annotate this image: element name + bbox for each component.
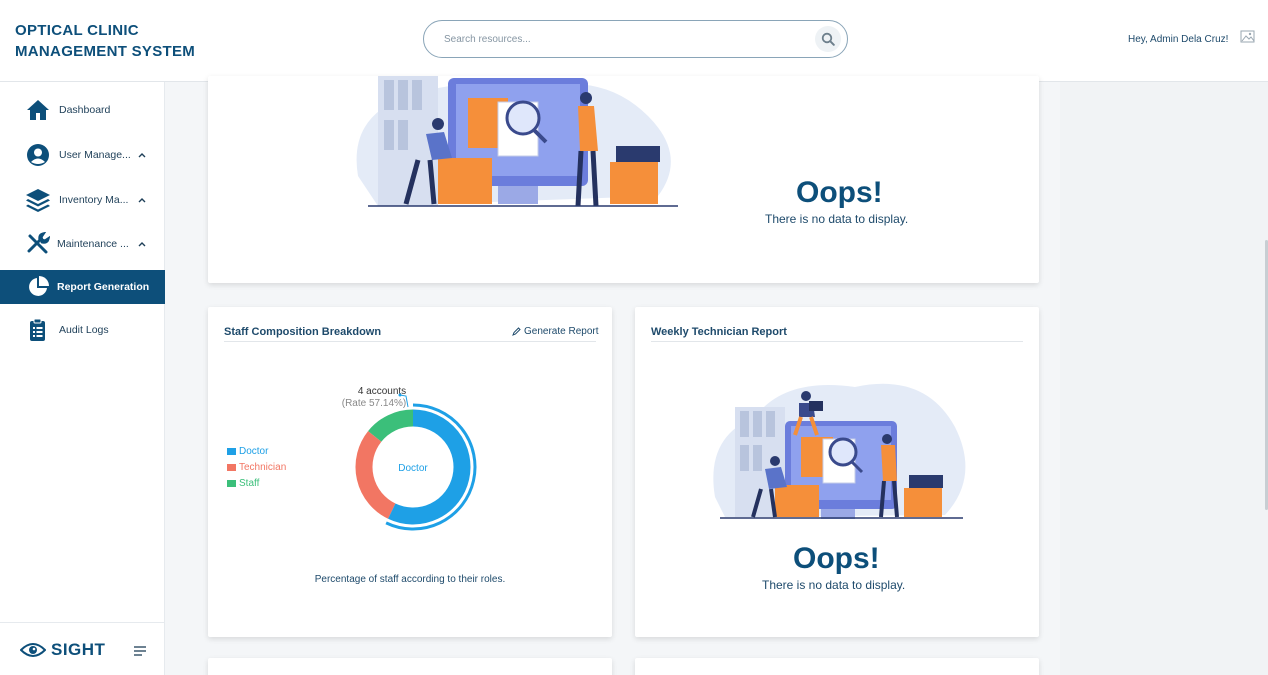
tools-icon xyxy=(25,231,51,257)
chevron-up-icon xyxy=(138,153,146,158)
sidebar-item-user-management[interactable]: User Manage... xyxy=(0,138,165,172)
chevron-up-icon xyxy=(138,242,146,247)
brand-line-1: OPTICAL CLINIC xyxy=(15,22,139,39)
card-title: Weekly Technician Report xyxy=(651,326,787,338)
sight-logo-text: SIGHT xyxy=(51,640,106,659)
no-data-illustration xyxy=(356,76,678,207)
search-button[interactable] xyxy=(815,26,841,52)
donut-slice-staff[interactable] xyxy=(368,409,414,443)
sidebar-item-label: Dashboard xyxy=(59,104,111,116)
card-divider xyxy=(224,341,596,342)
staff-donut-chart: 4 accounts (Rate 57.14%) Doctor xyxy=(342,386,477,531)
home-icon xyxy=(25,97,51,123)
pie-chart-icon xyxy=(25,274,51,300)
sidebar-footer: SIGHT xyxy=(0,622,165,675)
report-card-top: Oops! There is no data to display. xyxy=(208,76,1039,283)
sidebar: Dashboard User Manage... Inventory Ma...… xyxy=(0,82,165,675)
generate-report-label: Generate Report xyxy=(524,326,599,337)
user-greeting: Hey, Admin Dela Cruz! xyxy=(1128,34,1229,45)
sidebar-item-inventory-management[interactable]: Inventory Ma... xyxy=(0,183,165,217)
donut-center-label: Doctor xyxy=(398,463,428,474)
layers-icon xyxy=(25,187,51,213)
generate-report-button[interactable]: Generate Report xyxy=(512,326,599,337)
legend-label: Doctor xyxy=(239,445,269,457)
top-header: OPTICAL CLINIC MANAGEMENT SYSTEM Hey, Ad… xyxy=(0,0,1268,82)
sidebar-item-report-generation[interactable]: Report Generation xyxy=(0,270,165,304)
search-bar xyxy=(423,20,848,58)
main-content: Oops! There is no data to display. Staff… xyxy=(186,76,1060,675)
staff-composition-card: Staff Composition Breakdown Generate Rep… xyxy=(208,307,612,637)
legend-label: Technician xyxy=(239,461,287,473)
chart-legend: Doctor Technician Staff xyxy=(227,443,286,491)
legend-swatch xyxy=(227,479,236,487)
legend-item-doctor[interactable]: Doctor xyxy=(227,443,286,459)
report-card-bottom-right xyxy=(635,658,1039,675)
sight-logo: SIGHT xyxy=(20,640,105,660)
chevron-up-icon xyxy=(138,198,146,203)
legend-label: Staff xyxy=(239,477,260,489)
sidebar-item-maintenance[interactable]: Maintenance ... xyxy=(0,227,165,261)
pencil-icon xyxy=(512,327,521,336)
sidebar-item-label: Audit Logs xyxy=(59,324,109,336)
legend-item-technician[interactable]: Technician xyxy=(227,459,286,475)
oops-message: There is no data to display. xyxy=(765,212,909,226)
brand-line-2: MANAGEMENT SYSTEM xyxy=(15,43,196,60)
avatar[interactable] xyxy=(1240,30,1258,46)
menu-toggle-icon[interactable] xyxy=(133,645,147,657)
sidebar-item-audit-logs[interactable]: Audit Logs xyxy=(0,313,165,347)
no-data-illustration xyxy=(713,383,966,519)
oops-title: Oops! xyxy=(796,176,883,209)
callout-rate: (Rate 57.14%) xyxy=(342,398,406,409)
user-icon xyxy=(25,142,51,168)
sidebar-item-label: Inventory Ma... xyxy=(59,194,129,206)
legend-swatch xyxy=(227,463,236,471)
card-title: Staff Composition Breakdown xyxy=(224,326,382,338)
sidebar-item-label: Report Generation xyxy=(57,281,150,293)
right-panel xyxy=(1060,82,1268,675)
report-card-bottom-left xyxy=(208,658,612,675)
oops-message: There is no data to display. xyxy=(762,578,906,592)
callout-dot xyxy=(398,393,402,397)
sidebar-item-label: Maintenance ... xyxy=(57,238,129,250)
oops-title: Oops! xyxy=(793,542,880,575)
weekly-technician-card: Weekly Technician Report Oops! There is … xyxy=(635,307,1039,637)
app-brand[interactable]: OPTICAL CLINIC MANAGEMENT SYSTEM xyxy=(15,20,195,62)
sidebar-item-label: User Manage... xyxy=(59,149,131,161)
chart-caption: Percentage of staff according to their r… xyxy=(314,574,506,585)
sidebar-item-dashboard[interactable]: Dashboard xyxy=(0,93,165,127)
card-divider xyxy=(651,341,1023,342)
donut-slice-technician[interactable] xyxy=(355,431,396,519)
search-icon xyxy=(821,32,835,46)
search-input[interactable] xyxy=(444,30,804,48)
legend-swatch xyxy=(227,447,236,455)
eye-icon xyxy=(20,643,46,657)
clipboard-icon xyxy=(25,317,51,343)
legend-item-staff[interactable]: Staff xyxy=(227,475,286,491)
